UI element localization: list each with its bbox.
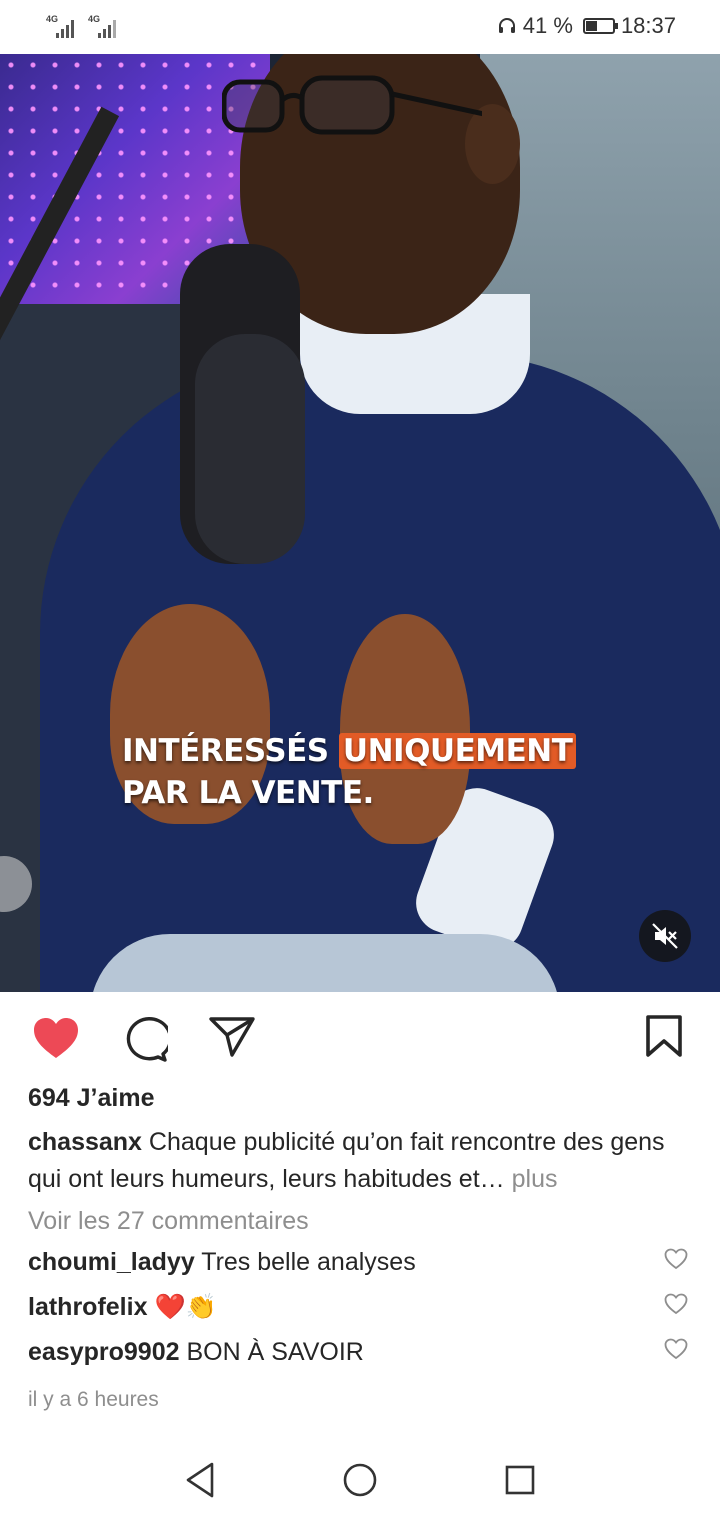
author-username[interactable]: chassanx bbox=[28, 1128, 142, 1156]
comment-like-icon[interactable] bbox=[664, 1293, 688, 1315]
bookmark-icon[interactable] bbox=[644, 1014, 684, 1058]
comment-username[interactable]: easypro9902 bbox=[28, 1338, 180, 1366]
video-subtitle: INTÉRESSÉS UNIQUEMENT PAR LA VENTE. bbox=[122, 730, 577, 814]
clock: 18:37 bbox=[620, 13, 676, 38]
comment-username[interactable]: lathrofelix bbox=[28, 1293, 147, 1321]
like-count[interactable]: 694 J’aime bbox=[28, 1084, 155, 1113]
subtitle-highlight: UNIQUEMENT bbox=[338, 733, 577, 769]
headphones-icon bbox=[498, 18, 515, 33]
post-timestamp: il y a 6 heures bbox=[28, 1388, 159, 1411]
view-comments-link[interactable]: Voir les 27 commentaires bbox=[28, 1207, 309, 1236]
comment-text: BON À SAVOIR bbox=[186, 1338, 364, 1366]
post-video[interactable]: INTÉRESSÉS UNIQUEMENT PAR LA VENTE. bbox=[0, 54, 720, 992]
home-icon[interactable] bbox=[342, 1462, 378, 1498]
glasses bbox=[222, 75, 482, 135]
post-caption: chassanx Chaque publicité qu’on fait ren… bbox=[28, 1124, 698, 1198]
comment-item: lathrofelix ❤️👏 bbox=[28, 1293, 217, 1322]
recent-apps-icon[interactable] bbox=[504, 1464, 536, 1496]
signal-bars-icon bbox=[56, 20, 78, 38]
battery-percent: 41 % bbox=[522, 13, 573, 38]
comment-icon[interactable] bbox=[120, 1016, 168, 1062]
comment-like-icon[interactable] bbox=[664, 1338, 688, 1360]
comment-like-icon[interactable] bbox=[664, 1248, 688, 1270]
status-bar: 4G 4G 41 % 18:37 bbox=[0, 0, 720, 54]
signal-bars-icon bbox=[98, 20, 120, 38]
more-link[interactable]: plus bbox=[512, 1165, 558, 1193]
heart-icon[interactable] bbox=[32, 1016, 80, 1060]
comment-text: ❤️👏 bbox=[154, 1293, 217, 1321]
mute-button[interactable] bbox=[639, 910, 691, 962]
back-icon[interactable] bbox=[182, 1460, 218, 1500]
comment-item: choumi_ladyy Tres belle analyses bbox=[28, 1248, 416, 1277]
speaker-muted-icon bbox=[652, 923, 678, 949]
comment-username[interactable]: choumi_ladyy bbox=[28, 1248, 195, 1276]
status-right: 41 % 18:37 bbox=[497, 13, 676, 39]
share-icon[interactable] bbox=[208, 1016, 256, 1058]
system-nav-bar bbox=[0, 1440, 720, 1520]
battery-icon bbox=[582, 18, 618, 34]
comment-item: easypro9902 BON À SAVOIR bbox=[28, 1338, 364, 1367]
comment-text: Tres belle analyses bbox=[201, 1248, 416, 1276]
